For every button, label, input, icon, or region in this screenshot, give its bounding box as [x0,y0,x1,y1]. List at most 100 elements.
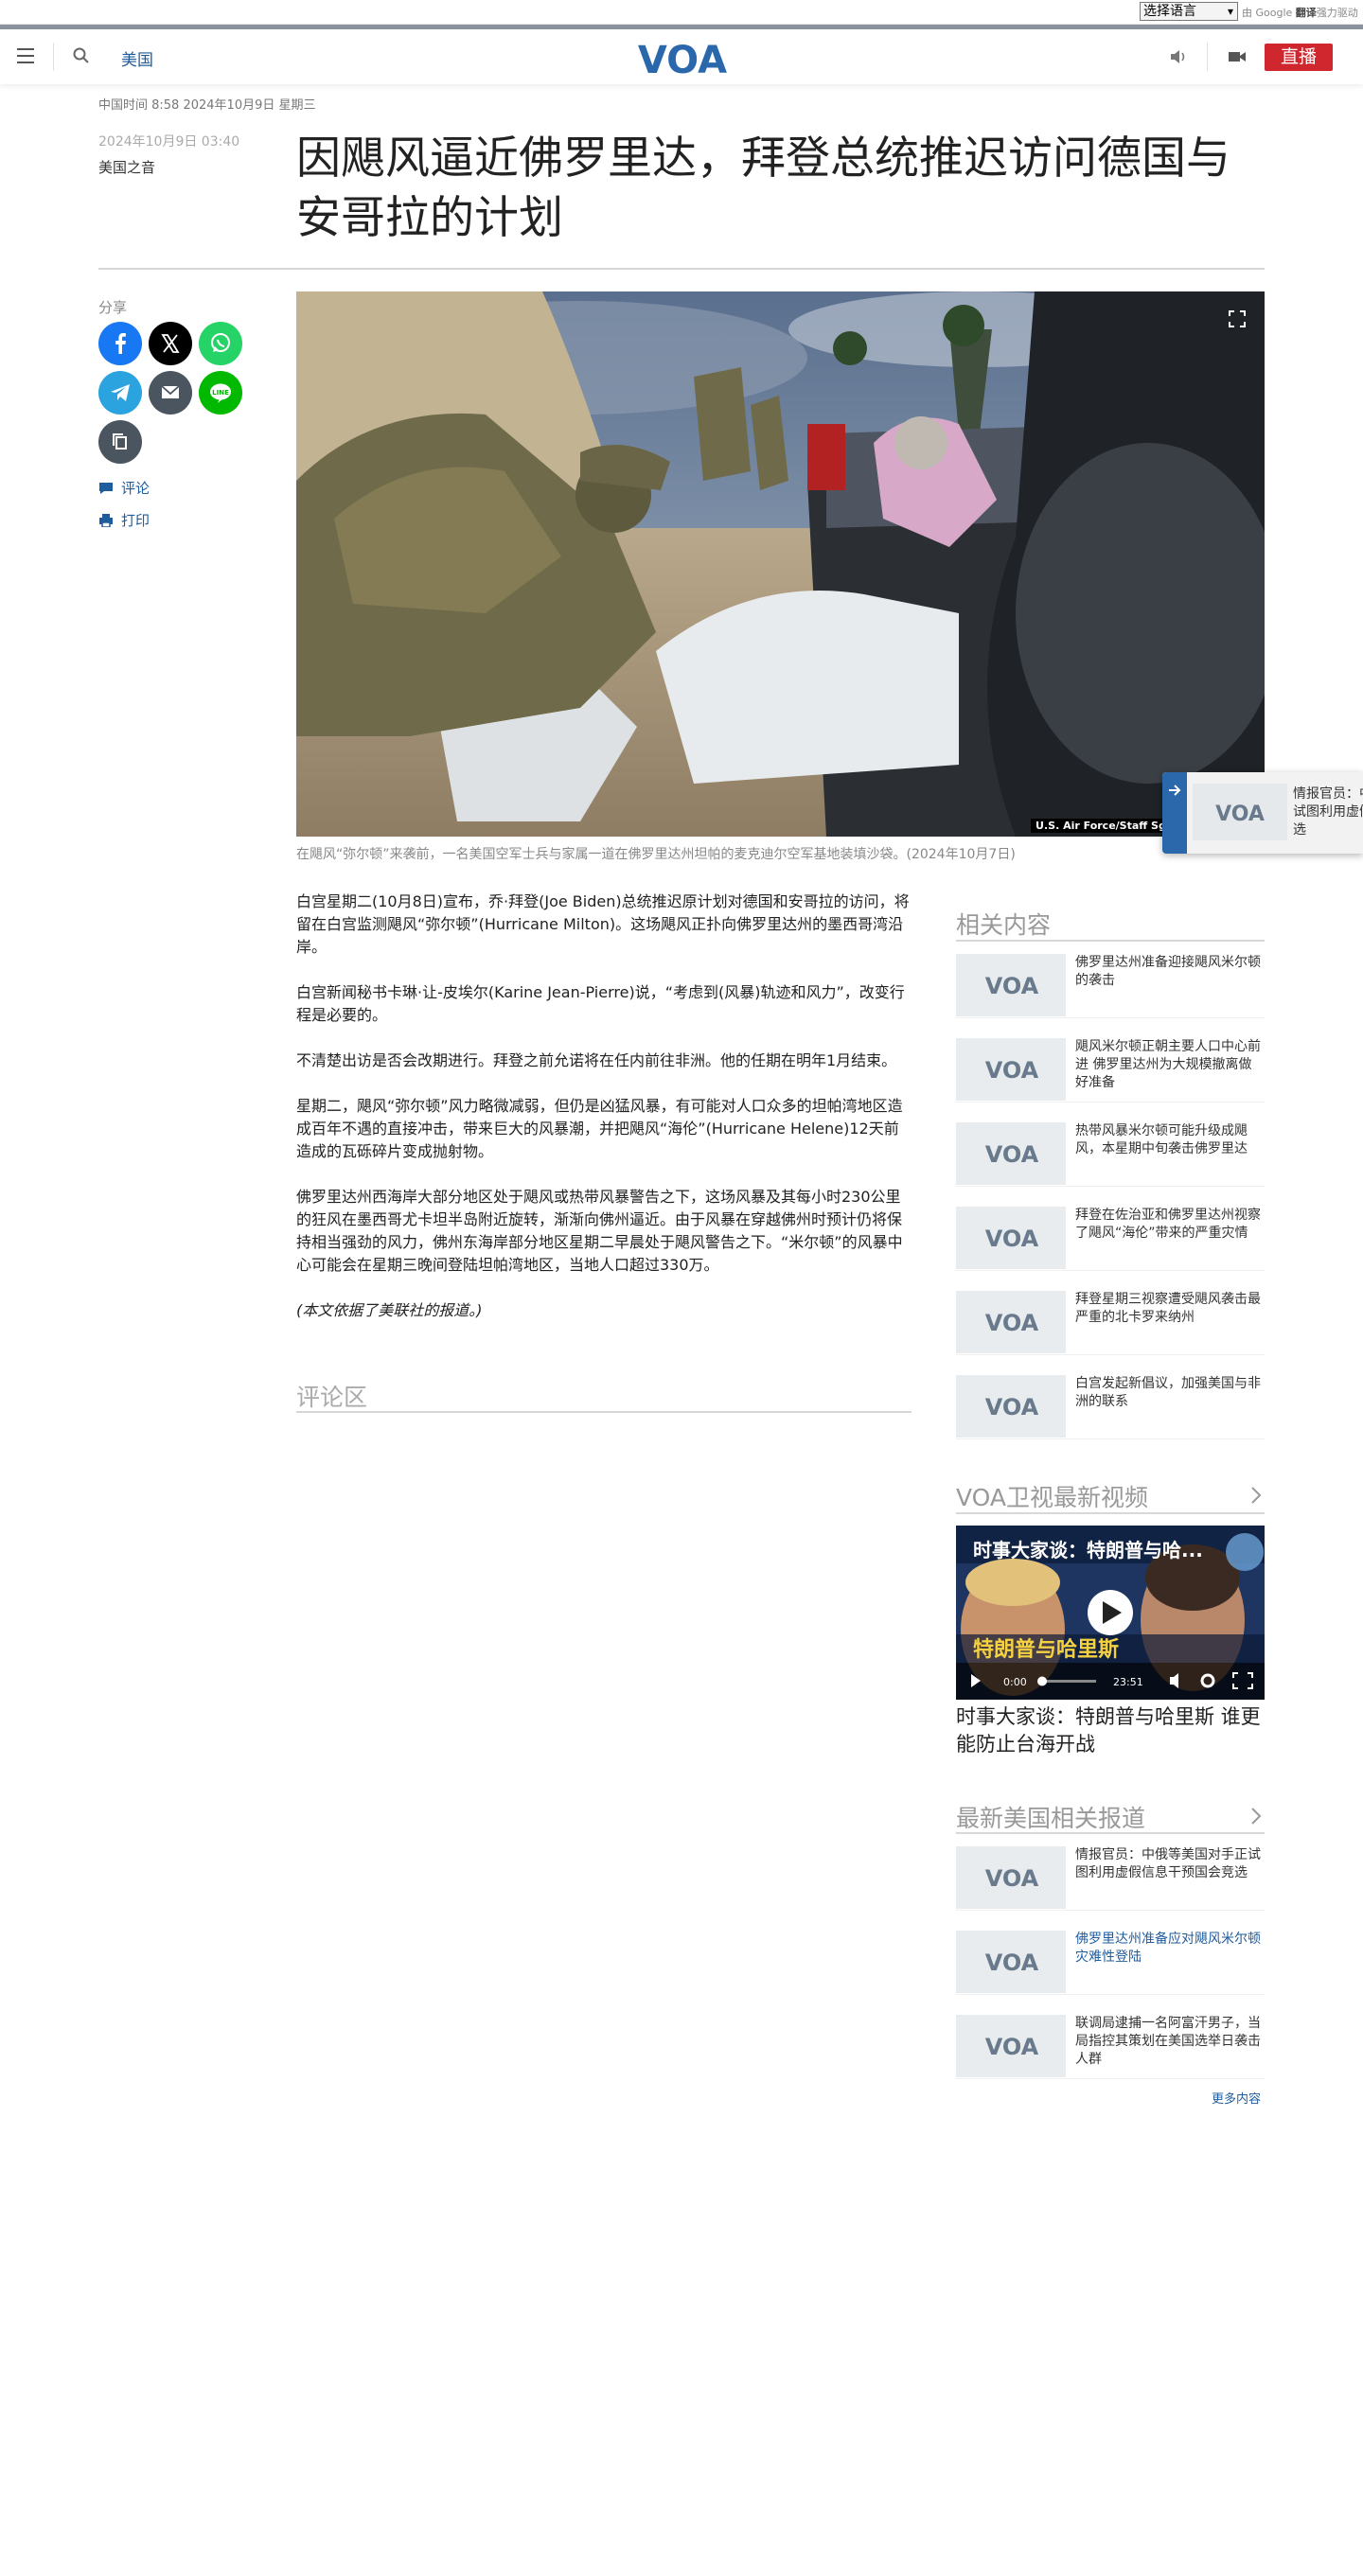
svg-text:VOA: VOA [985,1310,1039,1334]
related-item[interactable]: VOA 拜登星期三视察遭受飓风袭击最严重的北卡罗来纳州 [956,1291,1265,1355]
video-camera-icon[interactable] [1227,47,1248,66]
related-item-title: 佛罗里达州准备迎接飓风米尔顿的袭击 [1075,955,1261,988]
comment-link[interactable]: 评论 [98,478,150,498]
search-icon[interactable] [72,46,91,65]
video-player[interactable]: 时事大家谈：特朗普与哈... 特朗普与哈里斯 0:00 23:51 [956,1526,1265,1700]
related-thumbnail: VOA [956,1038,1066,1101]
video-banner-text: 特朗普与哈里斯 [973,1637,1119,1662]
print-link[interactable]: 打印 [98,510,150,530]
latest-section-title[interactable]: 最新美国相关报道 [956,1800,1145,1834]
latest-item[interactable]: VOA 情报官员：中俄等美国对手正试图利用虚假信息干预国会竞选 [956,1846,1265,1911]
live-button[interactable]: 直播 [1265,44,1333,71]
print-label: 打印 [121,512,150,529]
comments-title: 评论区 [296,1384,368,1411]
latest-thumbnail: VOA [956,1846,1066,1909]
svg-text:VOA: VOA [1215,803,1265,823]
chevron-right-icon[interactable] [1249,1807,1263,1826]
translate-link[interactable]: 翻译 [1296,7,1317,19]
expand-icon[interactable] [1229,310,1246,327]
svg-text:VOA: VOA [985,1865,1039,1890]
line-icon: LINE [210,383,231,403]
logo-text: VOA [638,39,727,79]
latest-item[interactable]: VOA 联调局逮捕一名阿富汗男子，当局指控其策划在美国选举日袭击人群 [956,2015,1265,2079]
related-title: 相关内容 [956,911,1052,939]
video-caption[interactable]: 时事大家谈：特朗普与哈里斯 谁更能防止台海开战 [956,1703,1265,1758]
image-caption: 在飓风“弥尔顿”来袭前，一名美国空军士兵与家属一道在佛罗里达州坦帕的麦克迪尔空军… [296,847,1016,862]
voa-placeholder-icon: VOA [985,1057,1039,1082]
translate-bar: 选择语言 由 Google 翻译强力驱动 [0,0,1363,25]
latest-item-title: 佛罗里达州准备应对飓风米尔顿灾难性登陆 [1075,1932,1261,1965]
float-card-toggle[interactable] [1162,772,1187,854]
voa-placeholder-icon: VOA [985,2034,1039,2058]
video-overlay-title: 时事大家谈：特朗普与哈... [973,1539,1203,1561]
related-item-title: 拜登星期三视察遭受飓风袭击最严重的北卡罗来纳州 [1075,1292,1261,1325]
related-thumbnail: VOA [956,1291,1066,1353]
float-card-thumbnail: VOA [1193,784,1287,840]
site-header: 美国 VOA 直播 [0,29,1363,84]
menu-icon[interactable] [17,48,34,63]
email-share-button[interactable] [149,371,192,415]
voa-placeholder-icon: VOA [985,1865,1039,1890]
copy-link-button[interactable] [98,420,142,464]
language-select-label: 选择语言 [1143,4,1196,19]
section-link-us[interactable]: 美国 [121,46,153,70]
svg-text:VOA: VOA [985,1394,1039,1419]
local-time: 中国时间 8:58 2024年10月9日 星期三 [98,98,316,113]
svg-text:VOA: VOA [985,1057,1039,1082]
hero-photo [296,291,1265,837]
svg-text:VOA: VOA [985,1226,1039,1250]
paragraph-4: 星期二，飓风“弥尔顿”风力略微减弱，但仍是凶猛风暴，有可能对人口众多的坦帕湾地区… [296,1097,903,1160]
print-icon [99,514,113,527]
voa-placeholder-icon: VOA [985,1141,1039,1166]
more-link[interactable]: 更多内容 [1212,2089,1261,2107]
latest-divider [956,1832,1265,1834]
language-select[interactable]: 选择语言 [1140,2,1238,21]
svg-text:VOA: VOA [985,1950,1039,1974]
voa-placeholder-icon: VOA [985,1226,1039,1250]
x-icon [161,334,180,353]
related-item[interactable]: VOA 拜登在佐治亚和佛罗里达州视察了飓风“海伦”带来的严重灾情 [956,1207,1265,1271]
related-item[interactable]: VOA 白宫发起新倡议，加强美国与非洲的联系 [956,1375,1265,1439]
email-icon [161,385,180,398]
float-card-title-text: 情报官员：中俄等美国对手正试图利用虚假信息干预国会竞选 [1293,786,1363,838]
related-item-title: 热带风暴米尔顿可能升级成飓风，本星期中旬袭击佛罗里达 [1075,1123,1248,1156]
chevron-right-icon[interactable] [1249,1486,1263,1505]
voa-placeholder-icon: VOA [985,1394,1039,1419]
whatsapp-icon [211,333,230,352]
related-thumbnail: VOA [956,954,1066,1016]
google-brand: Google [1255,7,1293,19]
telegram-share-button[interactable] [98,371,142,415]
comment-label: 评论 [121,480,150,497]
svg-text:LINE: LINE [212,389,229,397]
related-item-title: 拜登在佐治亚和佛罗里达州视察了飓风“海伦”带来的严重灾情 [1075,1208,1261,1241]
author-name[interactable]: 美国之音 [98,157,155,177]
hero-image[interactable]: U.S. Air Force/Staff Sgt. Lauren Cobin [296,291,1265,837]
header-divider [53,43,54,71]
latest-item[interactable]: VOA 佛罗里达州准备应对飓风米尔顿灾难性登陆 [956,1931,1265,1995]
floating-news-card[interactable]: VOA 情报官员：中俄等美国对手正试图利用虚假信息干预国会竞选 [1162,772,1363,854]
whatsapp-share-button[interactable] [199,322,242,365]
voa-logo[interactable]: VOA [634,37,731,79]
video-time-current: 0:00 [1003,1676,1027,1688]
related-item[interactable]: VOA 佛罗里达州准备迎接飓风米尔顿的袭击 [956,954,1265,1018]
line-share-button[interactable]: LINE [199,371,242,415]
related-thumbnail: VOA [956,1122,1066,1185]
related-divider [956,940,1265,942]
related-item[interactable]: VOA 飓风米尔顿正朝主要人口中心前进 佛罗里达州为大规模撤离做好准备 [956,1038,1265,1103]
related-item-title: 飓风米尔顿正朝主要人口中心前进 佛罗里达州为大规模撤离做好准备 [1075,1039,1261,1090]
latest-item-title: 联调局逮捕一名阿富汗男子，当局指控其策划在美国选举日袭击人群 [1075,2016,1261,2067]
speaker-icon[interactable] [1168,46,1189,67]
related-thumbnail: VOA [956,1375,1066,1438]
comments-divider [296,1411,912,1413]
paragraph-2: 白宫新闻秘书卡琳·让-皮埃尔(Karine Jean-Pierre)说，“考虑到… [296,983,905,1024]
facebook-share-button[interactable] [98,322,142,365]
voa-placeholder-icon: VOA [985,973,1039,997]
comment-icon [99,483,113,494]
tv-section-title[interactable]: VOA卫视最新视频 [956,1479,1148,1513]
publish-date: 2024年10月9日 03:40 [98,134,240,150]
float-card-title: 情报官员：中俄等美国对手正试图利用虚假信息干预国会竞选 [1293,785,1363,842]
related-item[interactable]: VOA 热带风暴米尔顿可能升级成飓风，本星期中旬袭击佛罗里达 [956,1122,1265,1187]
related-thumbnail: VOA [956,1207,1066,1269]
paragraph-5: 佛罗里达州西海岸大部分地区处于飓风或热带风暴警告之下，这场风暴及其每小时230公… [296,1188,903,1274]
x-share-button[interactable] [149,322,192,365]
